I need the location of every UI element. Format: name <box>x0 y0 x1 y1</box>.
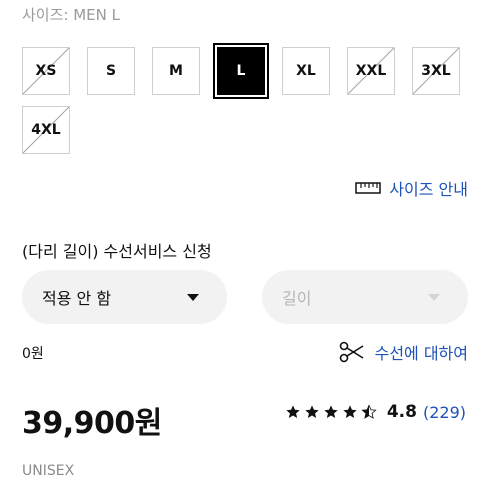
chevron-down-icon <box>428 293 440 301</box>
size-button-label: XXL <box>355 63 387 79</box>
product-rating[interactable]: 4.8 (229) <box>285 402 466 422</box>
star-full-icon <box>305 405 319 418</box>
size-button-l[interactable]: L <box>213 43 269 99</box>
about-repair-link[interactable]: 수선에 대하여 <box>339 340 468 364</box>
size-guide-link[interactable]: 사이즈 안내 <box>355 176 468 200</box>
length-placeholder: 길이 <box>282 289 312 308</box>
star-full-icon <box>286 405 300 418</box>
about-repair-label: 수선에 대하여 <box>374 344 468 363</box>
size-button-xs[interactable]: XS <box>22 47 70 95</box>
ruler-icon <box>355 182 382 194</box>
repair-apply-value: 적용 안 함 <box>42 289 112 308</box>
size-button-xl[interactable]: XL <box>282 47 330 95</box>
star-full-icon <box>324 405 338 418</box>
product-price: 39,900원 <box>22 406 162 441</box>
star-half-icon <box>361 404 377 419</box>
size-button-xxl[interactable]: XXL <box>347 47 395 95</box>
size-button-label: 3XL <box>421 63 451 79</box>
size-button-s[interactable]: S <box>87 47 135 95</box>
rating-stars <box>285 404 377 420</box>
size-button-label: L <box>236 63 246 79</box>
scissors-icon <box>339 341 364 363</box>
size-button-m[interactable]: M <box>152 47 200 95</box>
size-button-label: S <box>105 63 117 79</box>
chevron-down-icon <box>187 293 199 301</box>
star-full-icon <box>343 405 357 418</box>
repair-price: 0원 <box>22 346 44 362</box>
size-guide-label: 사이즈 안내 <box>389 180 468 199</box>
size-button-label: 4XL <box>31 122 61 138</box>
size-button-4xl[interactable]: 4XL <box>22 106 70 154</box>
review-count-link[interactable]: (229) <box>423 403 466 422</box>
size-button-label: XL <box>296 63 316 79</box>
rating-value: 4.8 <box>386 402 417 422</box>
size-button-label: M <box>169 63 183 79</box>
repair-service-title: (다리 길이) 수선서비스 신청 <box>22 242 212 261</box>
repair-apply-select[interactable]: 적용 안 함 <box>22 270 227 324</box>
gender-label: UNISEX <box>22 463 75 479</box>
size-button-3xl[interactable]: 3XL <box>412 47 460 95</box>
size-label: 사이즈: MEN L <box>22 6 120 24</box>
size-button-label: XS <box>35 63 57 79</box>
length-select[interactable]: 길이 <box>262 270 468 324</box>
